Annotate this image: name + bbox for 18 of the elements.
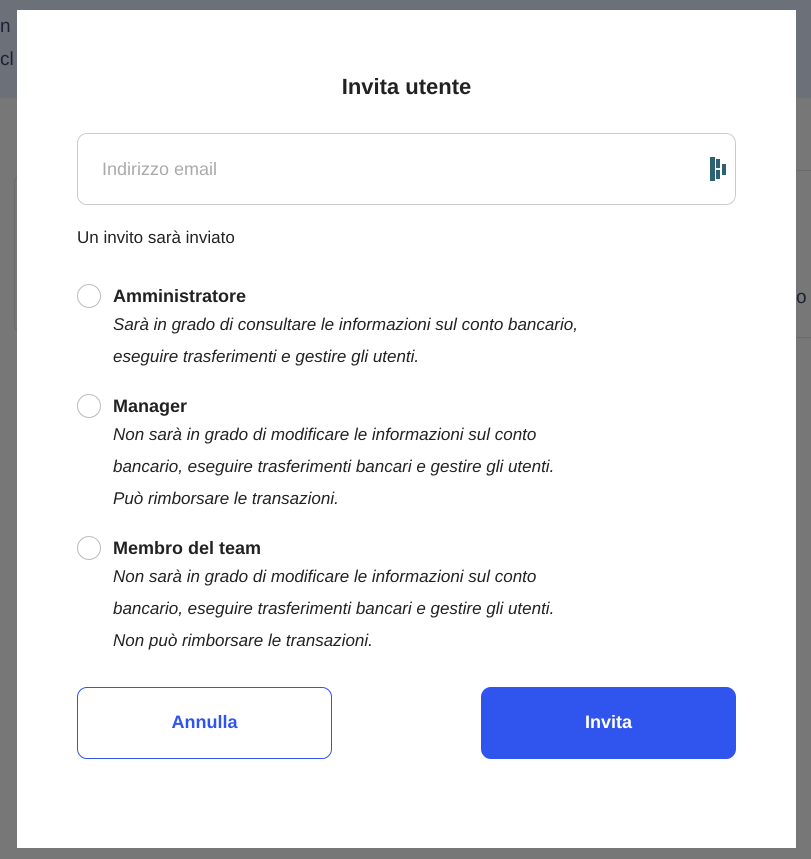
background-text: n <box>0 16 11 38</box>
radio-button[interactable] <box>77 394 101 418</box>
background-text: cl <box>0 49 14 71</box>
background-text: o <box>796 287 807 309</box>
role-description: Non sarà in grado di modificare le informazioni sul conto bancario, eseguire trasferimenti bancari e gestire gli utenti. Non può rimborsare le transazioni. <box>113 566 554 652</box>
radio-button[interactable] <box>77 536 101 560</box>
password-manager-icon[interactable] <box>710 157 728 181</box>
role-description: Non sarà in grado di modificare le informazioni sul conto bancario, eseguire trasferimenti bancari e gestire gli utenti. Può rimborsare le transazioni. <box>113 424 554 510</box>
role-label: Amministratore <box>113 284 248 308</box>
email-field[interactable]: Indirizzo email <box>77 133 736 205</box>
role-label: Membro del team <box>113 536 262 560</box>
role-description: Sarà in grado di consultare le informazioni sul conto bancario, eseguire trasferimenti e gestire gli utenti. <box>113 314 578 368</box>
info-text: Un invito sarà inviato <box>77 227 236 249</box>
radio-button[interactable] <box>77 284 101 308</box>
invite-button[interactable]: Invita <box>481 686 736 758</box>
dialog-title: Invita utente <box>340 73 472 101</box>
cancel-button[interactable]: Annulla <box>77 686 332 758</box>
role-label: Manager <box>113 394 188 418</box>
